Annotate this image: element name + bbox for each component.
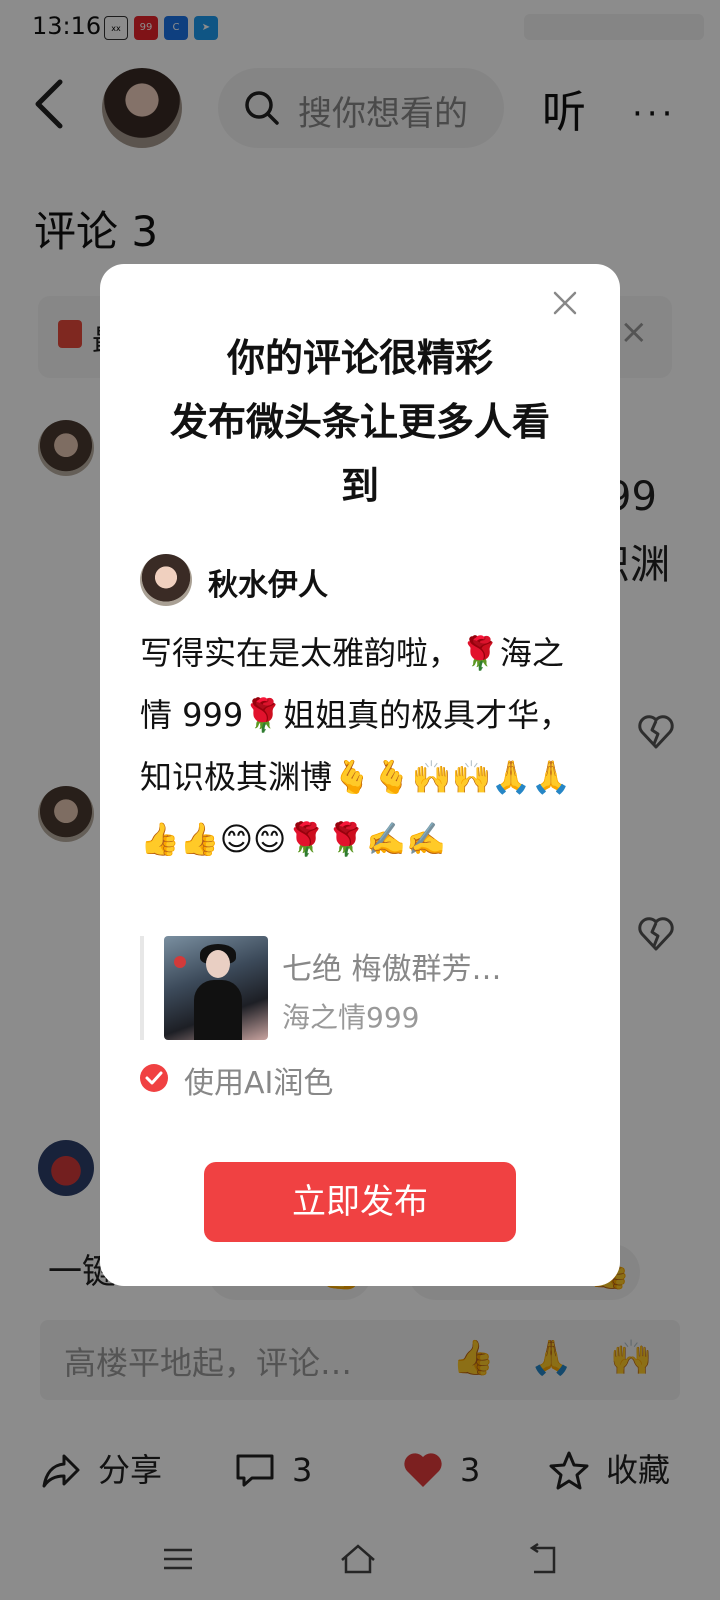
publish-now-button[interactable]: 立即发布 — [204, 1162, 516, 1242]
publish-dialog: 你的评论很精彩 发布微头条让更多人看 到 秋水伊人 写得实在是太雅韵啦，🌹海之情… — [100, 264, 620, 1286]
close-icon[interactable] — [552, 290, 578, 316]
dialog-title-line: 你的评论很精彩 — [226, 336, 493, 380]
dialog-title-line: 发布微头条让更多人看 — [169, 400, 550, 444]
comment-preview-text: 写得实在是太雅韵啦，🌹海之情 999🌹姐姐真的极具才华，知识极其渊博🫰🫰🙌🙌🙏🙏… — [140, 634, 572, 858]
article-thumbnail — [164, 936, 268, 1040]
quoted-article-title: 七绝 梅傲群芳… — [282, 952, 502, 987]
quoted-article-author: 海之情999 — [282, 1001, 420, 1034]
check-icon — [145, 1071, 163, 1085]
dialog-title-line: 到 — [340, 464, 379, 508]
dialog-title: 你的评论很精彩 发布微头条让更多人看 到 — [130, 326, 590, 518]
quoted-article-card: 七绝 梅傲群芳… 海之情999 — [140, 936, 580, 1040]
author-avatar — [140, 554, 192, 606]
ai-polish-checkbox[interactable] — [140, 1064, 168, 1092]
author-name: 秋水伊人 — [208, 568, 328, 603]
ai-polish-label[interactable]: 使用AI润色 — [184, 1058, 333, 1102]
